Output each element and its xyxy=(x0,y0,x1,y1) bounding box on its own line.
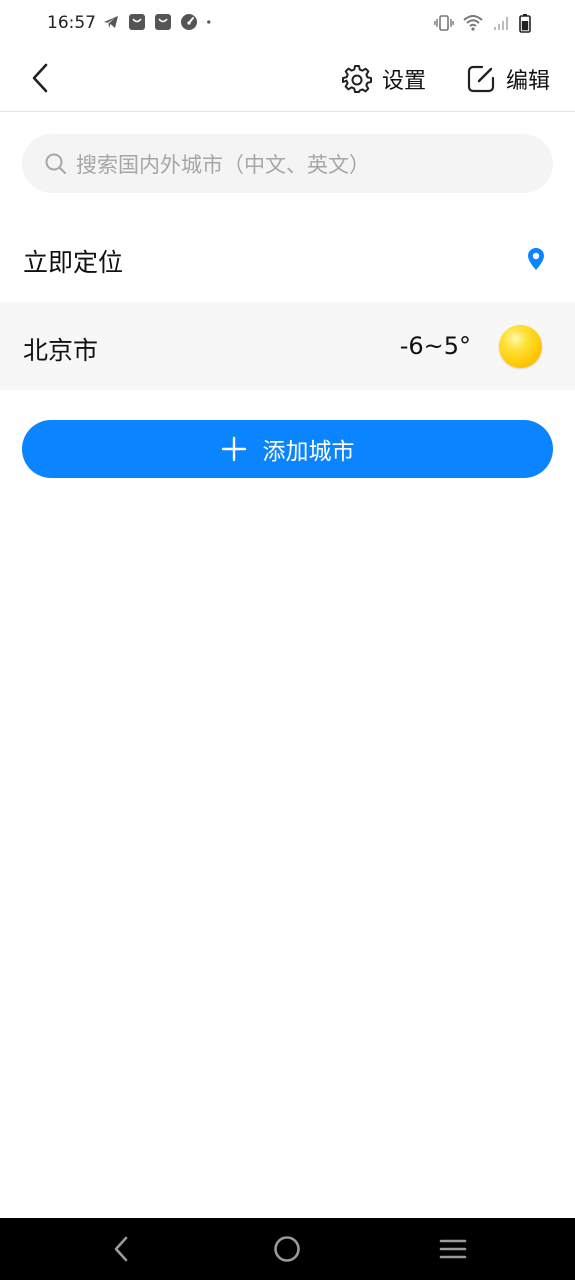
locate-now-row[interactable]: 立即定位 xyxy=(0,222,575,296)
speedometer-icon xyxy=(181,14,197,30)
status-bar: 16:57 xyxy=(0,0,575,46)
sun-icon xyxy=(499,325,542,368)
signal-icon xyxy=(494,17,508,30)
status-time: 16:57 xyxy=(47,13,96,33)
chevron-left-icon xyxy=(114,1236,128,1262)
chevron-left-icon xyxy=(32,63,48,93)
city-row[interactable]: 北京市 -6~5° xyxy=(0,302,575,390)
home-circle-icon xyxy=(274,1236,300,1262)
battery-icon xyxy=(519,14,531,33)
location-pin-icon xyxy=(528,248,544,270)
city-temperature: -6~5° xyxy=(399,332,471,360)
wifi-icon xyxy=(463,15,483,31)
settings-button[interactable]: 设置 xyxy=(342,62,426,96)
notification-icons xyxy=(102,13,216,31)
edit-button[interactable]: 编辑 xyxy=(466,62,550,96)
back-button[interactable] xyxy=(22,60,58,96)
search-input[interactable]: 搜索国内外城市（中文、英文） xyxy=(22,134,553,193)
edit-label: 编辑 xyxy=(506,69,551,94)
search-icon xyxy=(45,153,66,174)
nav-back-button[interactable] xyxy=(106,1234,136,1264)
locate-now-label: 立即定位 xyxy=(23,248,124,277)
shopping-bag-icon xyxy=(129,14,145,30)
nav-home-button[interactable] xyxy=(272,1234,302,1264)
system-icons xyxy=(434,13,531,33)
settings-label: 设置 xyxy=(382,69,427,94)
vibrate-icon xyxy=(434,15,454,31)
plus-icon xyxy=(221,436,246,462)
navigation-bar xyxy=(0,1218,575,1280)
telegram-icon xyxy=(104,16,118,28)
menu-icon xyxy=(439,1239,467,1259)
dot-icon xyxy=(207,20,211,24)
shopping-bag-icon xyxy=(155,14,171,30)
nav-menu-button[interactable] xyxy=(438,1234,468,1264)
add-city-label: 添加城市 xyxy=(262,439,355,465)
edit-icon xyxy=(467,65,495,93)
gear-icon xyxy=(342,65,372,93)
add-city-button[interactable]: 添加城市 xyxy=(22,420,553,478)
city-name: 北京市 xyxy=(23,336,99,365)
top-header: 设置 编辑 xyxy=(0,46,575,112)
search-placeholder: 搜索国内外城市（中文、英文） xyxy=(76,152,370,177)
